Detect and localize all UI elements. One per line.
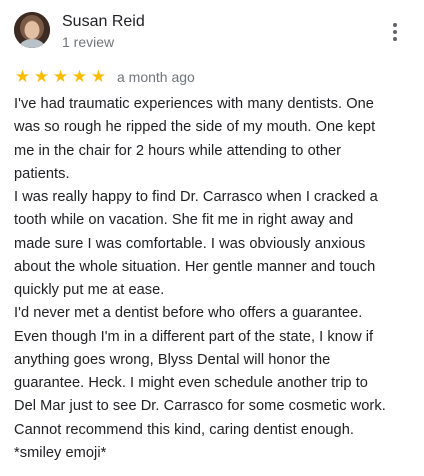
more-vert-icon: [393, 23, 397, 27]
more-options-button[interactable]: [384, 20, 406, 44]
review-date: a month ago: [117, 69, 195, 85]
avatar[interactable]: [14, 12, 50, 48]
star-icon: ★: [14, 67, 31, 86]
review-text: I've had traumatic experiences with many…: [14, 93, 414, 465]
rating-row: ★ ★ ★ ★ ★ a month ago: [14, 67, 195, 87]
review-text-line: quickly put me at ease.: [14, 282, 165, 298]
review-card: Susan Reid 1 review ★ ★ ★ ★ ★ a month ago I'…: [0, 0, 424, 476]
review-text-line: I was really happy to find Dr. Carrasco …: [14, 189, 378, 205]
review-text-line: was so rough he ripped the side of my mo…: [14, 119, 376, 136]
more-vert-icon: [393, 30, 397, 34]
review-text-line: tooth while on vacation. She fit me in r…: [14, 212, 354, 229]
author-name[interactable]: Susan Reid: [62, 12, 145, 32]
review-text-line: Del Mar just to see Dr. Carrasco for som…: [14, 398, 386, 415]
author-review-count[interactable]: 1 review: [62, 33, 114, 51]
review-text-line: me in the chair for 2 hours while attend…: [14, 142, 342, 159]
review-text-line: Even though I'm in a different part of t…: [14, 328, 374, 345]
review-text-line: about the whole situation. Her gentle ma…: [14, 258, 376, 275]
star-icon: ★: [90, 67, 107, 86]
avatar-photo: [14, 12, 50, 48]
star-icon: ★: [33, 67, 50, 86]
review-text-line: *smiley emoji*: [14, 444, 107, 461]
review-text-line: I'd never met a dentist before who offer…: [14, 305, 363, 322]
star-rating: ★ ★ ★ ★ ★: [14, 68, 107, 86]
review-text-line: guarantee. Heck. I might even schedule a…: [14, 375, 368, 391]
review-text-line: I've had traumatic experiences with many…: [14, 96, 374, 112]
review-text-line: anything goes wrong, Blyss Dental will h…: [14, 351, 331, 368]
review-text-line: Cannot recommend this kind, caring denti…: [14, 421, 354, 438]
more-vert-icon: [393, 37, 397, 41]
review-text-line: patients.: [14, 165, 70, 182]
star-icon: ★: [52, 67, 69, 86]
star-icon: ★: [71, 67, 88, 86]
review-text-line: made sure I was comfortable. I was obvio…: [14, 235, 366, 252]
